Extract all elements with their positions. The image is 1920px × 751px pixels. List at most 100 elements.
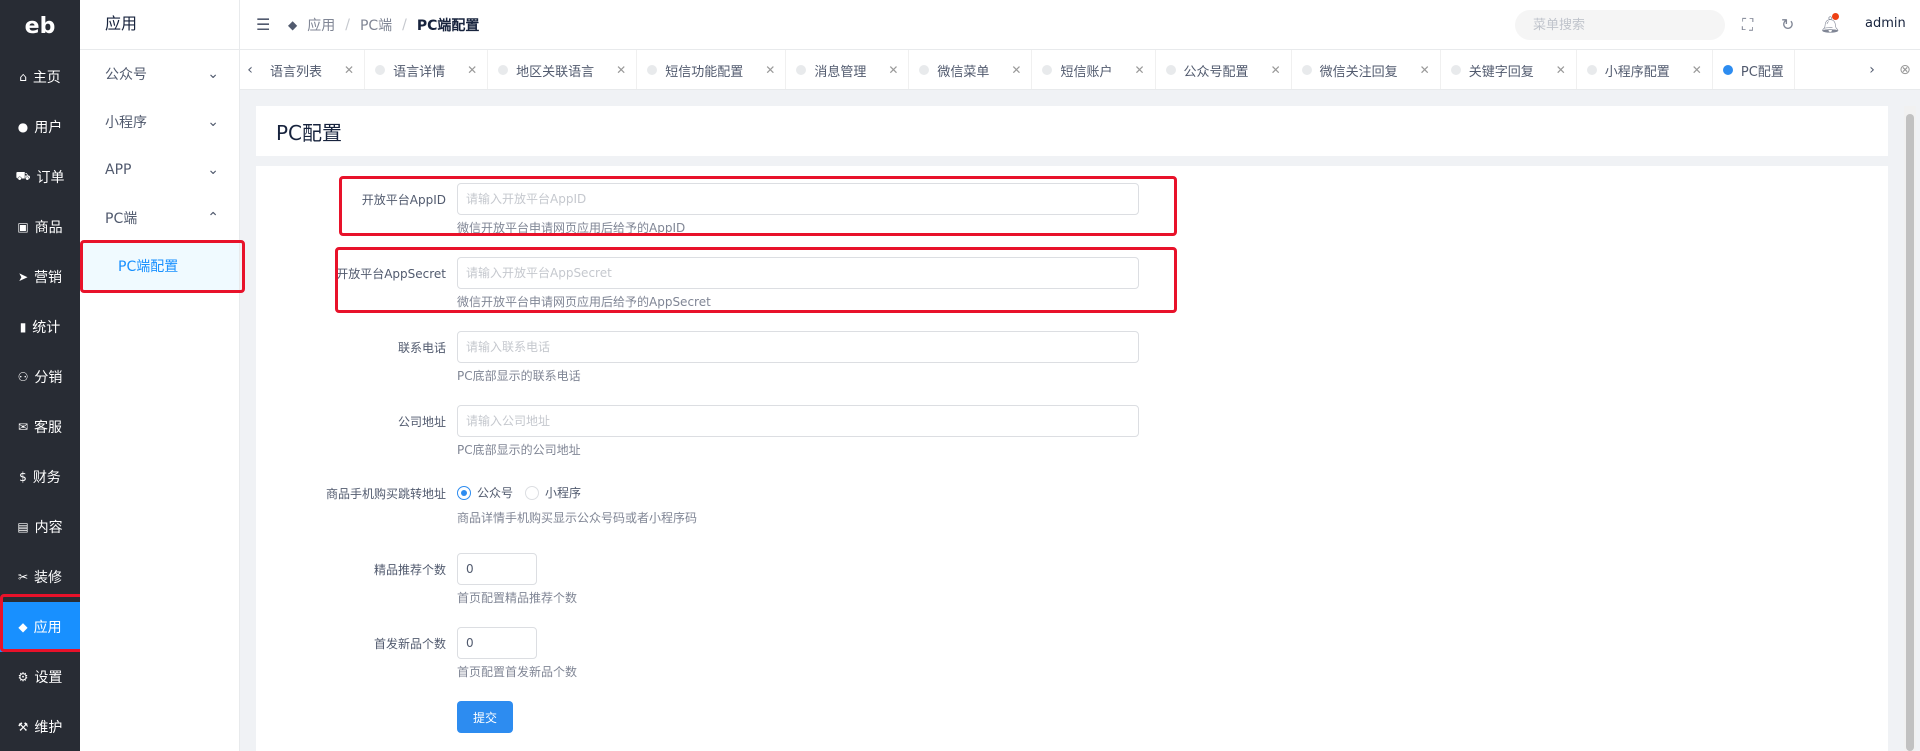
submenu-item-pc[interactable]: PC端 ⌃	[80, 194, 239, 242]
tab-status-dot	[498, 65, 509, 75]
rail-item-label: 统计	[32, 320, 61, 336]
refresh-icon[interactable]: ↻	[1781, 15, 1794, 34]
appsecret-label: 开放平台AppSecret	[336, 267, 446, 281]
close-icon[interactable]: ✕	[1011, 63, 1021, 77]
scrollbar[interactable]	[1904, 106, 1916, 751]
chevron-down-icon: ⌄	[207, 114, 219, 130]
tab-label: 短信功能配置	[665, 64, 744, 80]
phone-input[interactable]	[457, 331, 1139, 363]
rail-item-label: 营销	[34, 270, 63, 286]
rail-item-tools[interactable]: ✂ 装修	[0, 552, 80, 602]
submenu-item-official-account[interactable]: 公众号 ⌄	[80, 50, 239, 98]
submenu-item-app[interactable]: APP ⌄	[80, 146, 239, 194]
tab-item[interactable]: 微信关注回复 ✕	[1292, 50, 1441, 89]
close-icon[interactable]: ✕	[344, 63, 354, 77]
pc-config-form: 开放平台AppID 微信开放平台申请网页应用后给予的AppID 开放平台AppS…	[256, 166, 1888, 751]
tab-status-dot	[375, 65, 386, 75]
appsecret-help: 微信开放平台申请网页应用后给予的AppSecret	[457, 295, 711, 309]
rail-item-chart[interactable]: ▮ 统计	[0, 302, 80, 352]
tab-status-dot	[1042, 65, 1053, 75]
tab-item[interactable]: 微信菜单 ✕	[909, 50, 1033, 89]
rail-item-dollar[interactable]: $ 财务	[0, 452, 80, 502]
appid-input[interactable]	[457, 183, 1139, 215]
tabs-scroll-left-icon[interactable]: ‹	[240, 50, 260, 89]
rail-item-chat[interactable]: ✉ 客服	[0, 402, 80, 452]
tab-label: 语言详情	[393, 64, 446, 80]
close-icon[interactable]: ✕	[616, 63, 626, 77]
jump-radio-group: 公众号 小程序	[457, 484, 581, 501]
address-input[interactable]	[457, 405, 1139, 437]
rail-item-home[interactable]: ⌂ 主页	[0, 52, 80, 102]
newgoods-count-input[interactable]	[457, 627, 537, 659]
rail-item-book[interactable]: ▤ 内容	[0, 502, 80, 552]
rail-item-label: 客服	[34, 420, 63, 436]
fullscreen-icon[interactable]: ⛶	[1742, 15, 1753, 35]
rail-item-gear[interactable]: ⚙ 设置	[0, 652, 80, 702]
close-icon[interactable]: ✕	[1556, 63, 1566, 77]
phone-label: 联系电话	[397, 341, 446, 355]
rail-item-user[interactable]: ● 用户	[0, 102, 80, 152]
tools-icon: ✂	[17, 570, 29, 584]
tab-item[interactable]: 短信账户 ✕	[1032, 50, 1156, 89]
submenu-item-pc-config[interactable]: PC端配置	[80, 242, 239, 290]
close-icon[interactable]: ✕	[765, 63, 775, 77]
tab-status-dot	[1450, 65, 1461, 75]
close-icon[interactable]: ✕	[1420, 63, 1430, 77]
rail-item-label: 订单	[36, 170, 65, 186]
scrollbar-thumb[interactable]	[1906, 114, 1914, 751]
close-icon[interactable]: ✕	[467, 63, 477, 77]
tab-item[interactable]: 短信功能配置 ✕	[637, 50, 787, 89]
tabs-scroll-right-icon[interactable]: ›	[1862, 50, 1882, 89]
top-header: ☰ ◆ 应用 / PC端 / PC端配置 ⛶ ↻ 🔔︎ admin	[240, 0, 1920, 50]
rail-item-share[interactable]: ⚇ 分销	[0, 352, 80, 402]
tab-item[interactable]: 语言详情 ✕	[365, 50, 489, 89]
main-sidebar: eb ⌂ 主页 ● 用户 ⛟ 订单 ▣ 商品 ➤ 营销 ▮ 统计 ⚇ 分销 ✉ 客服 $ 财务 ▤ 内容 ✂ 装修 ◆ 应用 ⚙…	[0, 0, 80, 751]
tab-label: 微信关注回复	[1319, 64, 1398, 80]
breadcrumb-item[interactable]: PC端	[360, 15, 392, 35]
close-icon[interactable]: ✕	[1271, 63, 1281, 77]
rail-item-label: 分销	[34, 370, 63, 386]
tab-label: PC配置	[1740, 64, 1784, 80]
close-icon[interactable]: ✕	[1134, 63, 1144, 77]
radio-official-account[interactable]	[457, 485, 471, 500]
tab-item[interactable]: 小程序配置 ✕	[1577, 50, 1713, 89]
close-icon[interactable]: ✕	[888, 63, 898, 77]
submenu-item-mini-program[interactable]: 小程序 ⌄	[80, 98, 239, 146]
tab-item[interactable]: 关键字回复 ✕	[1441, 50, 1577, 89]
tab-item[interactable]: PC配置	[1713, 50, 1795, 89]
tab-item[interactable]: 地区关联语言 ✕	[488, 50, 638, 89]
username[interactable]: admin	[1865, 16, 1906, 31]
rail-item-cube[interactable]: ◆ 应用	[0, 602, 80, 652]
close-icon[interactable]: ✕	[1692, 63, 1702, 77]
submit-button[interactable]: 提交	[457, 701, 513, 733]
rail-item-send[interactable]: ➤ 营销	[0, 252, 80, 302]
rail-item-label: 应用	[33, 620, 62, 636]
rail-item-shop[interactable]: ▣ 商品	[0, 202, 80, 252]
cube-icon: ◆	[288, 17, 298, 32]
chat-icon: ✉	[17, 420, 29, 434]
appsecret-input[interactable]	[457, 257, 1139, 289]
notification-badge	[1832, 13, 1839, 20]
tab-item[interactable]: 公众号配置 ✕	[1156, 50, 1292, 89]
radio-mini-program[interactable]	[525, 485, 540, 500]
tab-label: 语言列表	[270, 64, 323, 80]
menu-search-input[interactable]	[1515, 10, 1725, 40]
chevron-down-icon: ⌄	[207, 66, 219, 82]
rail-item-label: 财务	[32, 470, 61, 486]
breadcrumb-item[interactable]: 应用	[307, 15, 335, 35]
tab-item[interactable]: 消息管理 ✕	[786, 50, 910, 89]
submenu-item-label: PC端	[105, 211, 138, 227]
tab-item[interactable]: 语言列表 ✕	[260, 50, 366, 89]
tab-status-dot	[796, 65, 807, 75]
menu-fold-icon[interactable]: ☰	[256, 15, 276, 34]
rail-item-label: 装修	[34, 570, 63, 586]
app-root: eb ⌂ 主页 ● 用户 ⛟ 订单 ▣ 商品 ➤ 营销 ▮ 统计 ⚇ 分销 ✉ 客服 $ 财务 ▤ 内容 ✂ 装修 ◆ 应用 ⚙…	[0, 0, 1920, 751]
close-all-tabs-icon[interactable]: ⊗	[1890, 50, 1920, 89]
address-help: PC底部显示的公司地址	[457, 443, 581, 457]
chart-icon: ▮	[19, 320, 27, 334]
rail-item-cart[interactable]: ⛟ 订单	[0, 152, 80, 202]
rail-item-wrench[interactable]: ⚒ 维护	[0, 702, 80, 751]
rail-item-label: 内容	[34, 520, 63, 536]
recommend-count-input[interactable]	[457, 553, 537, 585]
tab-label: 小程序配置	[1604, 64, 1670, 80]
